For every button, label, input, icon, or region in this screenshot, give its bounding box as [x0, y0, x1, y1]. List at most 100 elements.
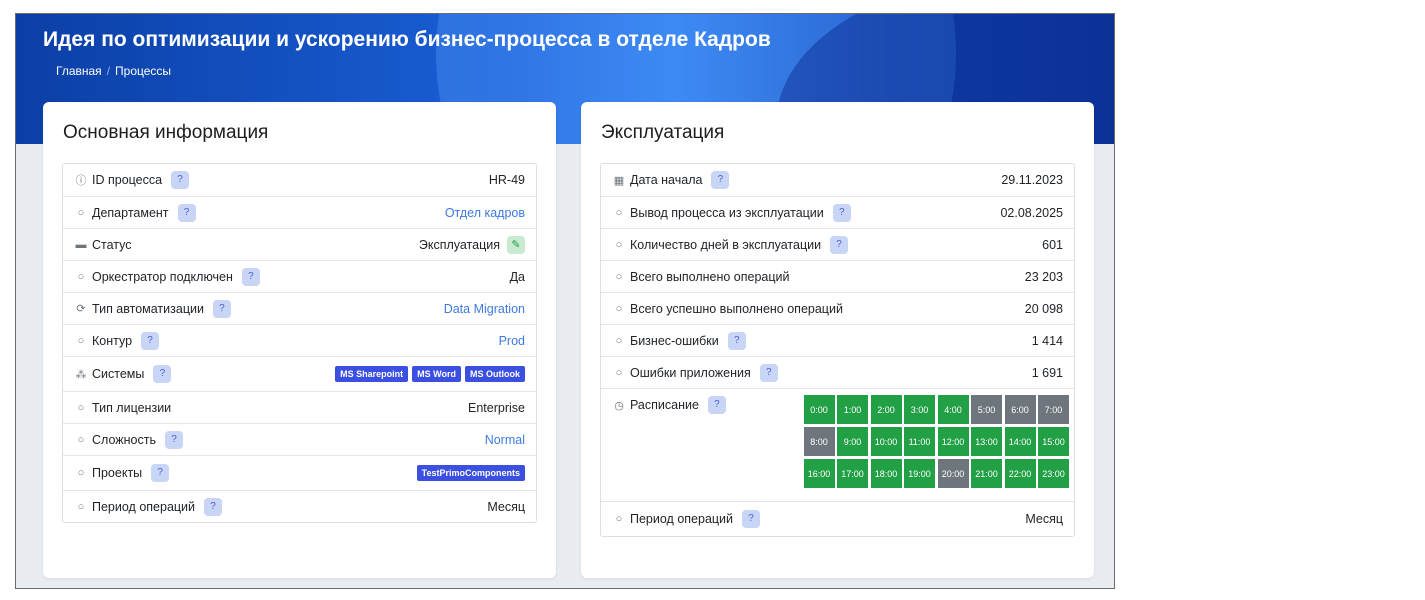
circle-icon: ○ — [77, 401, 85, 414]
edit-pencil-icon[interactable]: ✎ — [507, 235, 525, 254]
schedule-hour-cell[interactable]: 5:00 — [971, 395, 1002, 424]
field-label: ○ Тип лицензии — [74, 401, 468, 415]
field-label-text: Сложность — [92, 432, 156, 447]
field-value-text: 20 098 — [1024, 301, 1063, 316]
field-value: 1 414 — [1032, 334, 1063, 348]
help-icon[interactable]: ? — [241, 267, 260, 286]
field-label-text: Всего успешно выполнено операций — [630, 301, 843, 316]
circle-icon: ○ — [77, 206, 85, 219]
field-value: Месяц — [487, 500, 525, 514]
help-icon[interactable]: ? — [164, 430, 183, 449]
field-label-text: Вывод процесса из эксплуатации — [630, 205, 824, 220]
help-icon[interactable]: ? — [727, 331, 746, 350]
breadcrumb-processes-link[interactable]: Процессы — [115, 64, 171, 78]
circle-icon: ○ — [615, 366, 623, 379]
field-label-text: Всего выполнено операций — [630, 269, 790, 284]
field-value-text: 29.11.2023 — [1001, 173, 1063, 187]
field-value: HR-49 — [489, 173, 525, 187]
breadcrumb-home-link[interactable]: Главная — [56, 64, 102, 78]
help-icon[interactable]: ? — [204, 497, 223, 516]
help-icon[interactable]: ? — [141, 331, 160, 350]
schedule-hour-cell[interactable]: 21:00 — [971, 459, 1002, 488]
schedule-hour-cell[interactable]: 8:00 — [803, 427, 835, 456]
field-label-text: Тип автоматизации — [92, 301, 204, 316]
help-icon[interactable]: ? — [151, 464, 170, 482]
field-value: 29.11.2023 — [1001, 173, 1063, 187]
schedule-hour-cell[interactable]: 14:00 — [1004, 427, 1036, 456]
field-value-text: Data Migration — [443, 301, 525, 316]
main-info-card: Основная информация ⓘ ID процесса? HR-49 ○ Д… — [43, 102, 556, 578]
schedule-hour-cell[interactable]: 2:00 — [870, 395, 902, 424]
schedule-hour-cell[interactable]: 22:00 — [1004, 459, 1036, 488]
schedule-hour-cell[interactable]: 18:00 — [870, 459, 902, 488]
schedule-hour-cell[interactable]: 19:00 — [904, 459, 935, 488]
tag-badge[interactable]: MS Sharepoint — [335, 366, 409, 382]
info-row: ○ Период операций? Месяц — [63, 490, 536, 522]
field-label: ▬ Статус — [74, 238, 419, 252]
field-value-text: Prod — [498, 333, 525, 348]
main-info-table: ⓘ ID процесса? HR-49 ○ Департамент? Отдел кад… — [62, 163, 537, 523]
info-row: ⓘ ID процесса? HR-49 — [63, 164, 536, 196]
exploitation-card: Эксплуатация ▦ Дата начала? 29.11.2023 ○ Выв… — [581, 102, 1094, 578]
field-value: Эксплуатация ✎ — [418, 235, 525, 254]
field-label-text: Тип лицензии — [92, 400, 172, 415]
help-icon[interactable]: ? — [742, 510, 761, 528]
schedule-hour-cell[interactable]: 7:00 — [1038, 395, 1069, 424]
help-icon[interactable]: ? — [212, 299, 231, 318]
help-icon[interactable]: ? — [177, 203, 196, 222]
field-value-text: 601 — [1042, 237, 1063, 252]
schedule-hour-cell[interactable]: 6:00 — [1004, 395, 1036, 424]
tag-badge[interactable]: MS Outlook — [465, 366, 525, 382]
field-value-text: Normal — [484, 432, 525, 447]
field-value[interactable]: Prod — [499, 334, 525, 348]
schedule-hour-cell[interactable]: 17:00 — [837, 459, 868, 488]
info-row: ▬ Статус Эксплуатация ✎ — [63, 228, 536, 260]
schedule-hour-cell[interactable]: 15:00 — [1038, 427, 1069, 456]
info-row: ○ Тип лицензии Enterprise — [63, 391, 536, 423]
field-value: Да — [510, 270, 525, 284]
schedule-hour-cell[interactable]: 23:00 — [1038, 459, 1069, 488]
schedule-hour-cell[interactable]: 11:00 — [904, 427, 935, 456]
schedule-hour-cell[interactable]: 20:00 — [937, 459, 969, 488]
help-icon[interactable]: ? — [153, 365, 172, 383]
schedule-hour-cell[interactable]: 9:00 — [837, 427, 868, 456]
schedule-hour-cell[interactable]: 0:00 — [803, 395, 835, 424]
field-label-text: Период операций — [92, 499, 196, 514]
page-title: Идея по оптимизации и ускорению бизнес-п… — [43, 28, 771, 51]
tag-badge[interactable]: TestPrimoComponents — [416, 465, 525, 481]
circle-icon: ○ — [615, 206, 623, 219]
exploitation-table: ▦ Дата начала? 29.11.2023 ○ Вывод процесса и… — [600, 163, 1075, 537]
schedule-grid: 0:00 1:00 2:00 3:00 4:00 5:00 6:00 7:00 8:00 9:00… — [803, 395, 1069, 488]
schedule-hour-cell[interactable]: 4:00 — [937, 395, 969, 424]
field-label-text: Оркестратор подключен — [92, 269, 233, 284]
field-value[interactable]: Normal — [485, 433, 525, 447]
field-label-text: Проекты — [92, 466, 143, 480]
help-icon[interactable]: ? — [711, 171, 730, 189]
help-icon[interactable]: ? — [707, 396, 726, 414]
circle-icon: ○ — [615, 513, 623, 525]
info-row: ○ Департамент? Отдел кадров — [63, 196, 536, 228]
schedule-hour-cell[interactable]: 10:00 — [870, 427, 902, 456]
schedule-hour-cell[interactable]: 12:00 — [937, 427, 969, 456]
field-label: ○ Департамент? — [74, 203, 445, 222]
help-icon[interactable]: ? — [171, 171, 190, 189]
help-icon[interactable]: ? — [832, 203, 851, 222]
schedule-hour-cell[interactable]: 1:00 — [837, 395, 868, 424]
field-label: ⁂ Системы? — [74, 365, 331, 383]
info-row: ○ Всего успешно выполнено операций 20 098 — [601, 292, 1074, 324]
schedule-hour-cell[interactable]: 13:00 — [971, 427, 1002, 456]
field-value[interactable]: Data Migration — [444, 302, 525, 316]
field-label: ◷ Расписание? — [612, 396, 804, 414]
schedule-hour-cell[interactable]: 3:00 — [904, 395, 935, 424]
circle-icon: ○ — [77, 500, 85, 513]
field-label: ⟳ Тип автоматизации? — [74, 299, 444, 318]
circle-icon: ○ — [77, 467, 85, 479]
field-value-text: Эксплуатация — [418, 237, 500, 252]
help-icon[interactable]: ? — [759, 363, 778, 382]
field-value[interactable]: Отдел кадров — [445, 206, 525, 220]
schedule-hour-cell[interactable]: 16:00 — [803, 459, 835, 488]
help-icon[interactable]: ? — [830, 235, 849, 254]
app-frame: Идея по оптимизации и ускорению бизнес-п… — [15, 13, 1115, 589]
tag-badge[interactable]: MS Word — [412, 366, 461, 382]
field-label: ▦ Дата начала? — [612, 171, 1001, 189]
